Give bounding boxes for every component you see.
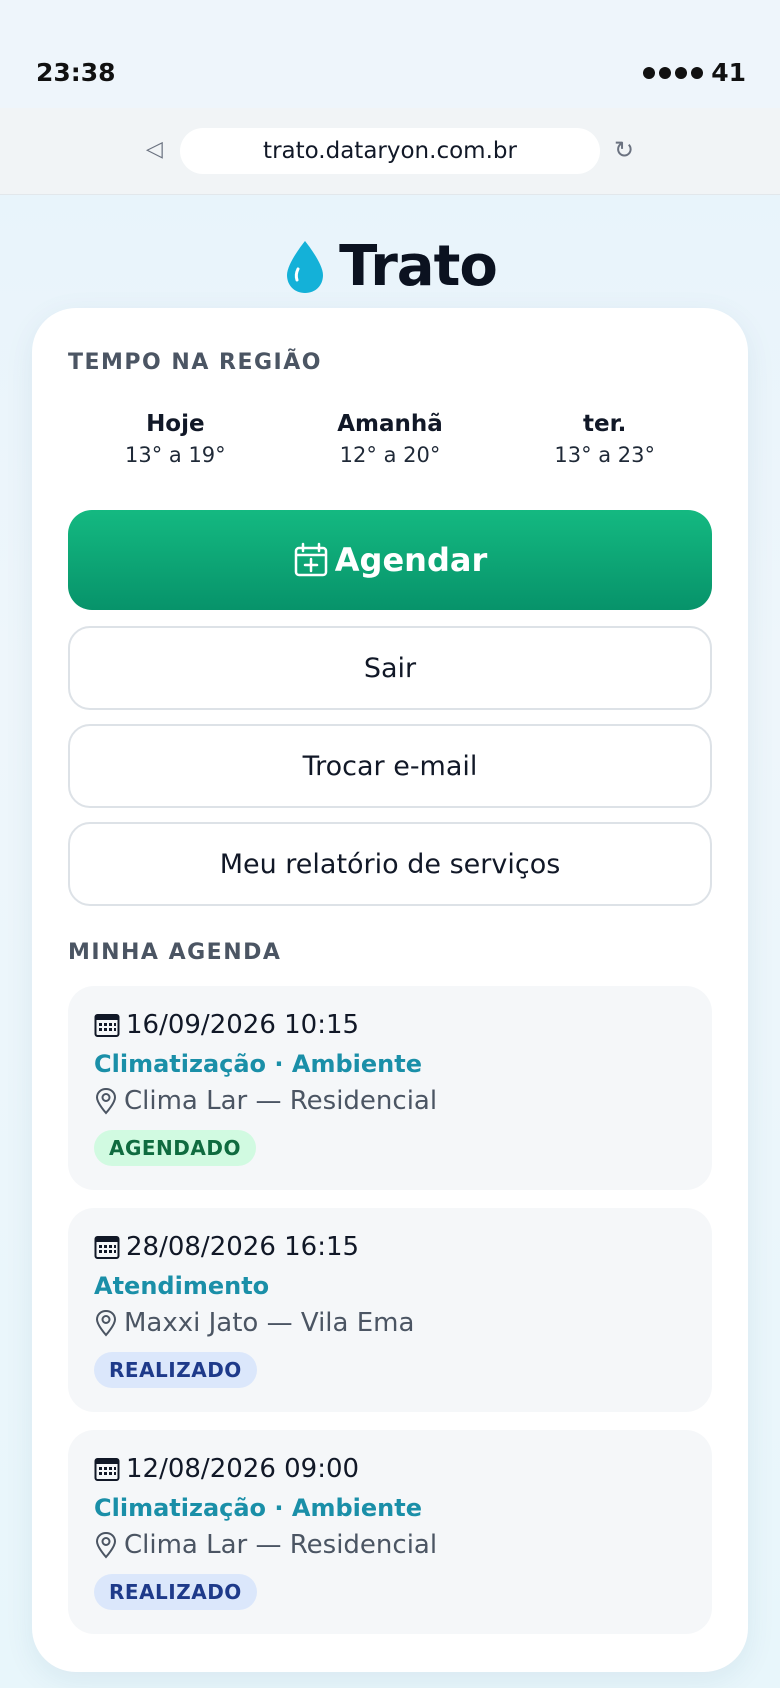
appointment-place: Clima Lar — Residencial [94, 1530, 437, 1560]
url-field[interactable]: trato.dataryon.com.br [180, 128, 600, 174]
appointment-place-label: Maxxi Jato — Vila Ema [124, 1308, 415, 1338]
calendar-plus-icon [294, 542, 328, 577]
appointment-service: Climatização · Ambiente [94, 1494, 422, 1522]
location-pin-icon [95, 1309, 117, 1337]
schedule-button-label: Agendar [334, 541, 488, 579]
status-badge: AGENDADO [94, 1130, 256, 1166]
signal-value: 41 [711, 58, 746, 87]
appointment-datetime: 28/08/2026 16:15 [126, 1232, 360, 1262]
appointment-service: Climatização · Ambiente [94, 1050, 422, 1078]
status-badge: REALIZADO [94, 1352, 257, 1388]
calendar-icon [94, 1236, 120, 1259]
weather-day-name: ter. [582, 411, 627, 437]
weather-day: ter. 13° a 23° [497, 398, 712, 480]
appointment-service: Atendimento [94, 1272, 270, 1300]
weather-forecast: Hoje 13° a 19° Amanhã 12° a 20° ter. 13°… [68, 398, 712, 480]
weather-day-name: Hoje [146, 411, 205, 437]
browser-bar: ◁ trato.dataryon.com.br ↻ [0, 108, 780, 195]
appointment-date: 16/09/2026 10:15 [94, 1010, 359, 1040]
service-report-button[interactable]: Meu relatório de serviços [68, 822, 712, 906]
appointment-place: Maxxi Jato — Vila Ema [94, 1308, 414, 1338]
reload-icon[interactable]: ↻ [614, 138, 634, 162]
appointment-place-label: Clima Lar — Residencial [124, 1530, 438, 1560]
appointment-datetime: 12/08/2026 09:00 [126, 1454, 360, 1484]
logout-button[interactable]: Sair [68, 626, 712, 710]
appointment-card[interactable]: 12/08/2026 09:00 Climatização · Ambiente… [68, 1430, 712, 1634]
status-bar: 23:38 41 [0, 0, 780, 108]
agenda-title: MINHA AGENDA [68, 940, 282, 965]
schedule-button[interactable]: Agendar [68, 510, 712, 610]
brand-logo: Trato [0, 234, 780, 299]
weather-title: TEMPO NA REGIÃO [68, 350, 322, 375]
back-icon[interactable]: ◁ [146, 138, 166, 162]
calendar-icon [94, 1458, 120, 1481]
appointment-date: 12/08/2026 09:00 [94, 1454, 359, 1484]
status-time: 23:38 [36, 58, 116, 87]
location-pin-icon [95, 1531, 117, 1559]
main-card: TEMPO NA REGIÃO Hoje 13° a 19° Amanhã 12… [32, 308, 748, 1672]
weather-day-range: 12° a 20° [339, 443, 441, 467]
appointment-card[interactable]: 28/08/2026 16:15 Atendimento Maxxi Jato … [68, 1208, 712, 1412]
appointment-place: Clima Lar — Residencial [94, 1086, 437, 1116]
weather-day: Amanhã 12° a 20° [283, 398, 498, 480]
water-drop-icon [287, 240, 324, 293]
change-email-button[interactable]: Trocar e-mail [68, 724, 712, 808]
appointment-card[interactable]: 16/09/2026 10:15 Climatização · Ambiente… [68, 986, 712, 1190]
appointment-date: 28/08/2026 16:15 [94, 1232, 359, 1262]
brand-name: Trato [339, 234, 498, 299]
calendar-icon [94, 1014, 120, 1037]
weather-day-range: 13° a 23° [554, 443, 656, 467]
weather-day: Hoje 13° a 19° [68, 398, 283, 480]
status-badge: REALIZADO [94, 1574, 257, 1610]
weather-day-range: 13° a 19° [125, 443, 226, 467]
appointment-place-label: Clima Lar — Residencial [124, 1086, 438, 1116]
appointment-datetime: 16/09/2026 10:15 [126, 1010, 360, 1040]
signal-dots-icon [643, 66, 704, 79]
weather-day-name: Amanhã [337, 411, 443, 437]
location-pin-icon [95, 1087, 117, 1115]
status-signal: 41 [643, 58, 746, 87]
